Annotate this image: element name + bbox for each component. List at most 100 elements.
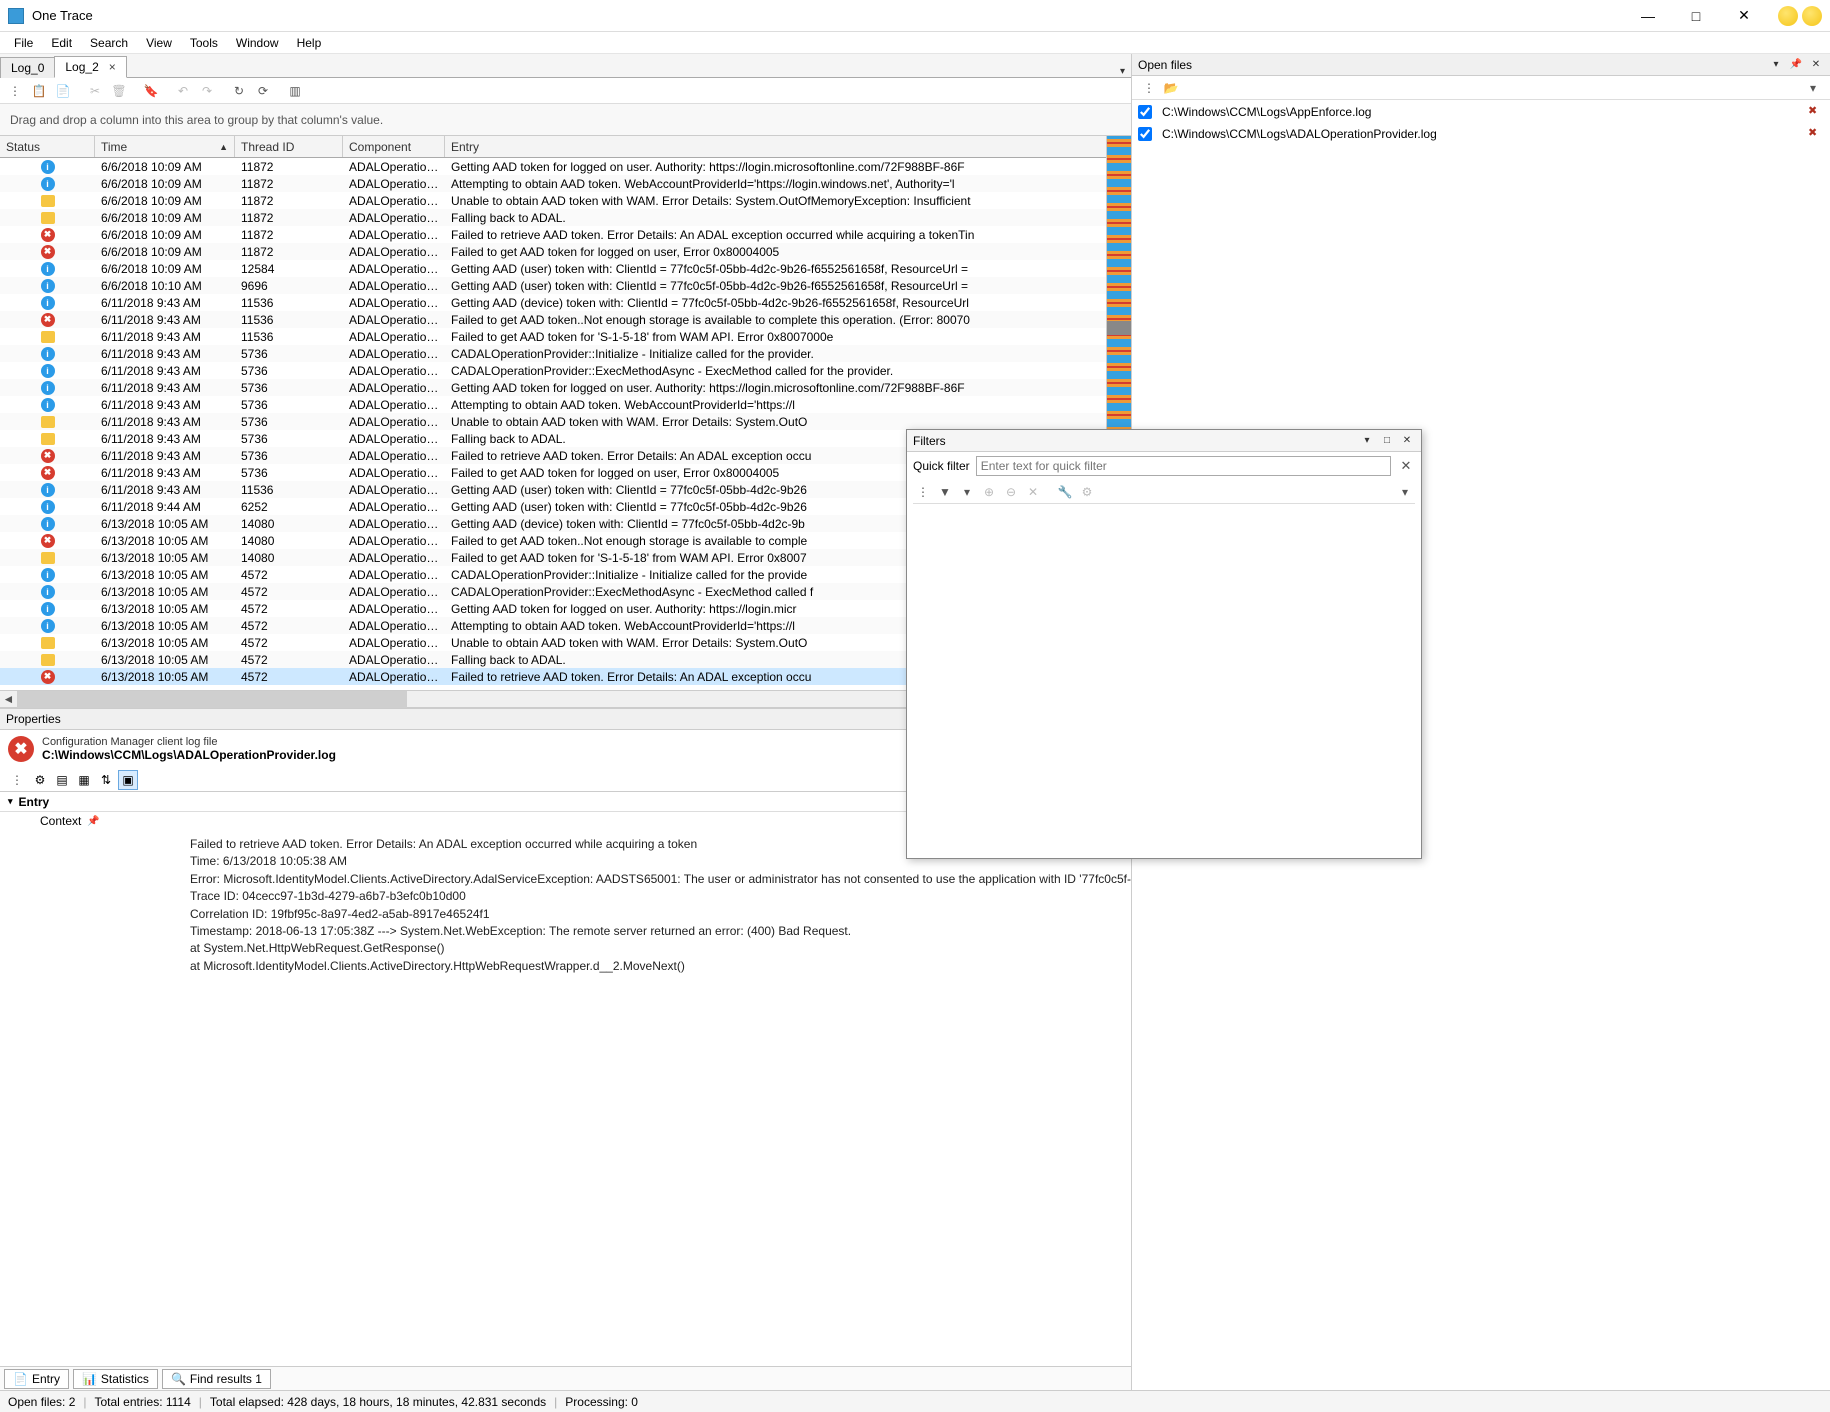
hscroll-thumb[interactable] (17, 691, 407, 708)
table-row[interactable]: 6/11/2018 9:43 AM11536ADALOperationProv.… (0, 328, 1106, 345)
filter-clear-icon[interactable]: ✕ (1023, 482, 1043, 502)
collapse-icon[interactable]: ▾ (8, 796, 13, 807)
prop-view2-button[interactable]: ▤ (52, 770, 72, 790)
refresh-button[interactable]: ↻ (228, 80, 250, 102)
tab-log-0[interactable]: Log_0 (0, 57, 55, 78)
feedback-happy-icon[interactable] (1778, 6, 1798, 26)
group-by-area[interactable]: Drag and drop a column into this area to… (0, 104, 1131, 136)
dock-menu-icon[interactable]: ▾ (1359, 433, 1375, 449)
filter-button[interactable]: ▥ (284, 80, 306, 102)
entry-cell: Failed to get AAD token..Not enough stor… (445, 313, 1106, 327)
tabs-dropdown-icon[interactable]: ▾ (1120, 66, 1125, 77)
restore-icon[interactable]: □ (1379, 433, 1395, 449)
status-cell: i (0, 602, 95, 616)
menu-help[interactable]: Help (289, 34, 330, 52)
filter-funnel-icon[interactable]: ▼ (935, 482, 955, 502)
menu-file[interactable]: File (6, 34, 41, 52)
menu-window[interactable]: Window (228, 34, 287, 52)
table-row[interactable]: i6/6/2018 10:09 AM11872ADALOperationProv… (0, 158, 1106, 175)
feedback-sad-icon[interactable] (1802, 6, 1822, 26)
open-file-item[interactable]: C:\Windows\CCM\Logs\ADALOperationProvide… (1138, 126, 1824, 142)
table-row[interactable]: i6/6/2018 10:09 AM11872ADALOperationProv… (0, 175, 1106, 192)
filters-title-bar[interactable]: Filters ▾ □ ✕ (907, 430, 1421, 452)
filter-remove-icon[interactable]: ⊖ (1001, 482, 1021, 502)
col-entry[interactable]: Entry (445, 136, 1106, 157)
table-row[interactable]: ✖6/11/2018 9:43 AM11536ADALOperationProv… (0, 311, 1106, 328)
ptab-find-results[interactable]: 🔍 Find results 1 (162, 1369, 271, 1389)
menu-tools[interactable]: Tools (182, 34, 226, 52)
table-row[interactable]: i6/11/2018 9:43 AM5736ADALOperationProv.… (0, 379, 1106, 396)
bookmark-button[interactable]: 🔖 (140, 80, 162, 102)
ptab-entry[interactable]: 📄 Entry (4, 1369, 69, 1389)
minimize-button[interactable]: — (1626, 2, 1670, 30)
sync-button[interactable]: ⟳ (252, 80, 274, 102)
quick-filter-input[interactable] (976, 456, 1391, 476)
delete-button[interactable]: 🗑 (108, 80, 130, 102)
table-row[interactable]: i6/11/2018 9:43 AM5736ADALOperationProv.… (0, 362, 1106, 379)
pin-icon[interactable]: 📌 (87, 816, 99, 827)
dock-close-icon[interactable]: ✕ (1808, 57, 1824, 73)
prop-view5-button[interactable]: ▣ (118, 770, 138, 790)
menu-search[interactable]: Search (82, 34, 136, 52)
table-row[interactable]: i6/11/2018 9:43 AM5736ADALOperationProv.… (0, 345, 1106, 362)
prop-view1-button[interactable]: ⚙ (30, 770, 50, 790)
col-thread[interactable]: Thread ID (235, 136, 343, 157)
entry-cell: Getting AAD (user) token with: ClientId … (445, 279, 1106, 293)
menu-edit[interactable]: Edit (43, 34, 80, 52)
file-checkbox[interactable] (1138, 127, 1152, 141)
filter-advanced-icon[interactable]: 🔧 (1055, 482, 1075, 502)
maximize-button[interactable]: □ (1674, 2, 1718, 30)
prop-view3-button[interactable]: ▦ (74, 770, 94, 790)
thread-cell: 5736 (235, 466, 343, 480)
toolbar-grip-icon: ⋮ (913, 482, 933, 502)
table-row[interactable]: i6/6/2018 10:09 AM12584ADALOperationProv… (0, 260, 1106, 277)
table-row[interactable]: ✖6/6/2018 10:09 AM11872ADALOperationProv… (0, 226, 1106, 243)
table-row[interactable]: i6/6/2018 10:10 AM9696ADALOperationProv.… (0, 277, 1106, 294)
component-cell: ADALOperationProv... (343, 619, 445, 633)
col-time[interactable]: Time▲ (95, 136, 235, 157)
time-cell: 6/13/2018 10:05 AM (95, 670, 235, 684)
filter-settings-icon[interactable]: ⚙ (1077, 482, 1097, 502)
remove-file-icon[interactable]: ✖ (1808, 104, 1824, 120)
dock-menu-icon[interactable]: ▾ (1768, 57, 1784, 73)
tab-log-2[interactable]: Log_2× (54, 56, 126, 78)
table-row[interactable]: 6/6/2018 10:09 AM11872ADALOperationProv.… (0, 192, 1106, 209)
open-file-button[interactable]: 📂 (1160, 77, 1182, 99)
prop-view4-button[interactable]: ⇅ (96, 770, 116, 790)
ptab-statistics[interactable]: 📊 Statistics (73, 1369, 158, 1389)
component-cell: ADALOperationProv... (343, 364, 445, 378)
cut-button[interactable]: ✂ (84, 80, 106, 102)
status-cell: i (0, 160, 95, 174)
toolbar-menu-icon[interactable]: ▾ (1802, 77, 1824, 99)
info-icon: i (41, 296, 55, 310)
table-row[interactable]: ✖6/6/2018 10:09 AM11872ADALOperationProv… (0, 243, 1106, 260)
pin-icon[interactable]: 📌 (1788, 57, 1804, 73)
table-row[interactable]: 6/11/2018 9:43 AM5736ADALOperationProv..… (0, 413, 1106, 430)
detail-line: Error: Microsoft.IdentityModel.Clients.A… (190, 871, 1123, 888)
paste-button[interactable]: 📄 (52, 80, 74, 102)
menu-view[interactable]: View (138, 34, 180, 52)
scroll-left-icon[interactable]: ◄ (0, 691, 17, 708)
tab-close-icon[interactable]: × (109, 60, 116, 74)
thread-cell: 12584 (235, 262, 343, 276)
copy-button[interactable]: 📋 (28, 80, 50, 102)
filters-window[interactable]: Filters ▾ □ ✕ Quick filter ✕ ⋮ ▼ ▾ ⊕ ⊖ (906, 429, 1422, 859)
time-cell: 6/13/2018 10:05 AM (95, 636, 235, 650)
close-button[interactable]: ✕ (1722, 2, 1766, 30)
filter-dropdown-icon[interactable]: ▾ (957, 482, 977, 502)
table-row[interactable]: i6/11/2018 9:43 AM11536ADALOperationProv… (0, 294, 1106, 311)
remove-file-icon[interactable]: ✖ (1808, 126, 1824, 142)
scroll-thumb[interactable] (1107, 321, 1131, 335)
table-row[interactable]: 6/6/2018 10:09 AM11872ADALOperationProv.… (0, 209, 1106, 226)
dock-close-icon[interactable]: ✕ (1399, 433, 1415, 449)
col-status[interactable]: Status (0, 136, 95, 157)
filter-add-icon[interactable]: ⊕ (979, 482, 999, 502)
redo-button[interactable]: ↷ (196, 80, 218, 102)
undo-button[interactable]: ↶ (172, 80, 194, 102)
toolbar-menu-icon[interactable]: ▾ (1395, 482, 1415, 502)
file-checkbox[interactable] (1138, 105, 1152, 119)
open-file-item[interactable]: C:\Windows\CCM\Logs\AppEnforce.log ✖ (1138, 104, 1824, 120)
table-row[interactable]: i6/11/2018 9:43 AM5736ADALOperationProv.… (0, 396, 1106, 413)
clear-filter-icon[interactable]: ✕ (1397, 458, 1415, 474)
col-component[interactable]: Component (343, 136, 445, 157)
